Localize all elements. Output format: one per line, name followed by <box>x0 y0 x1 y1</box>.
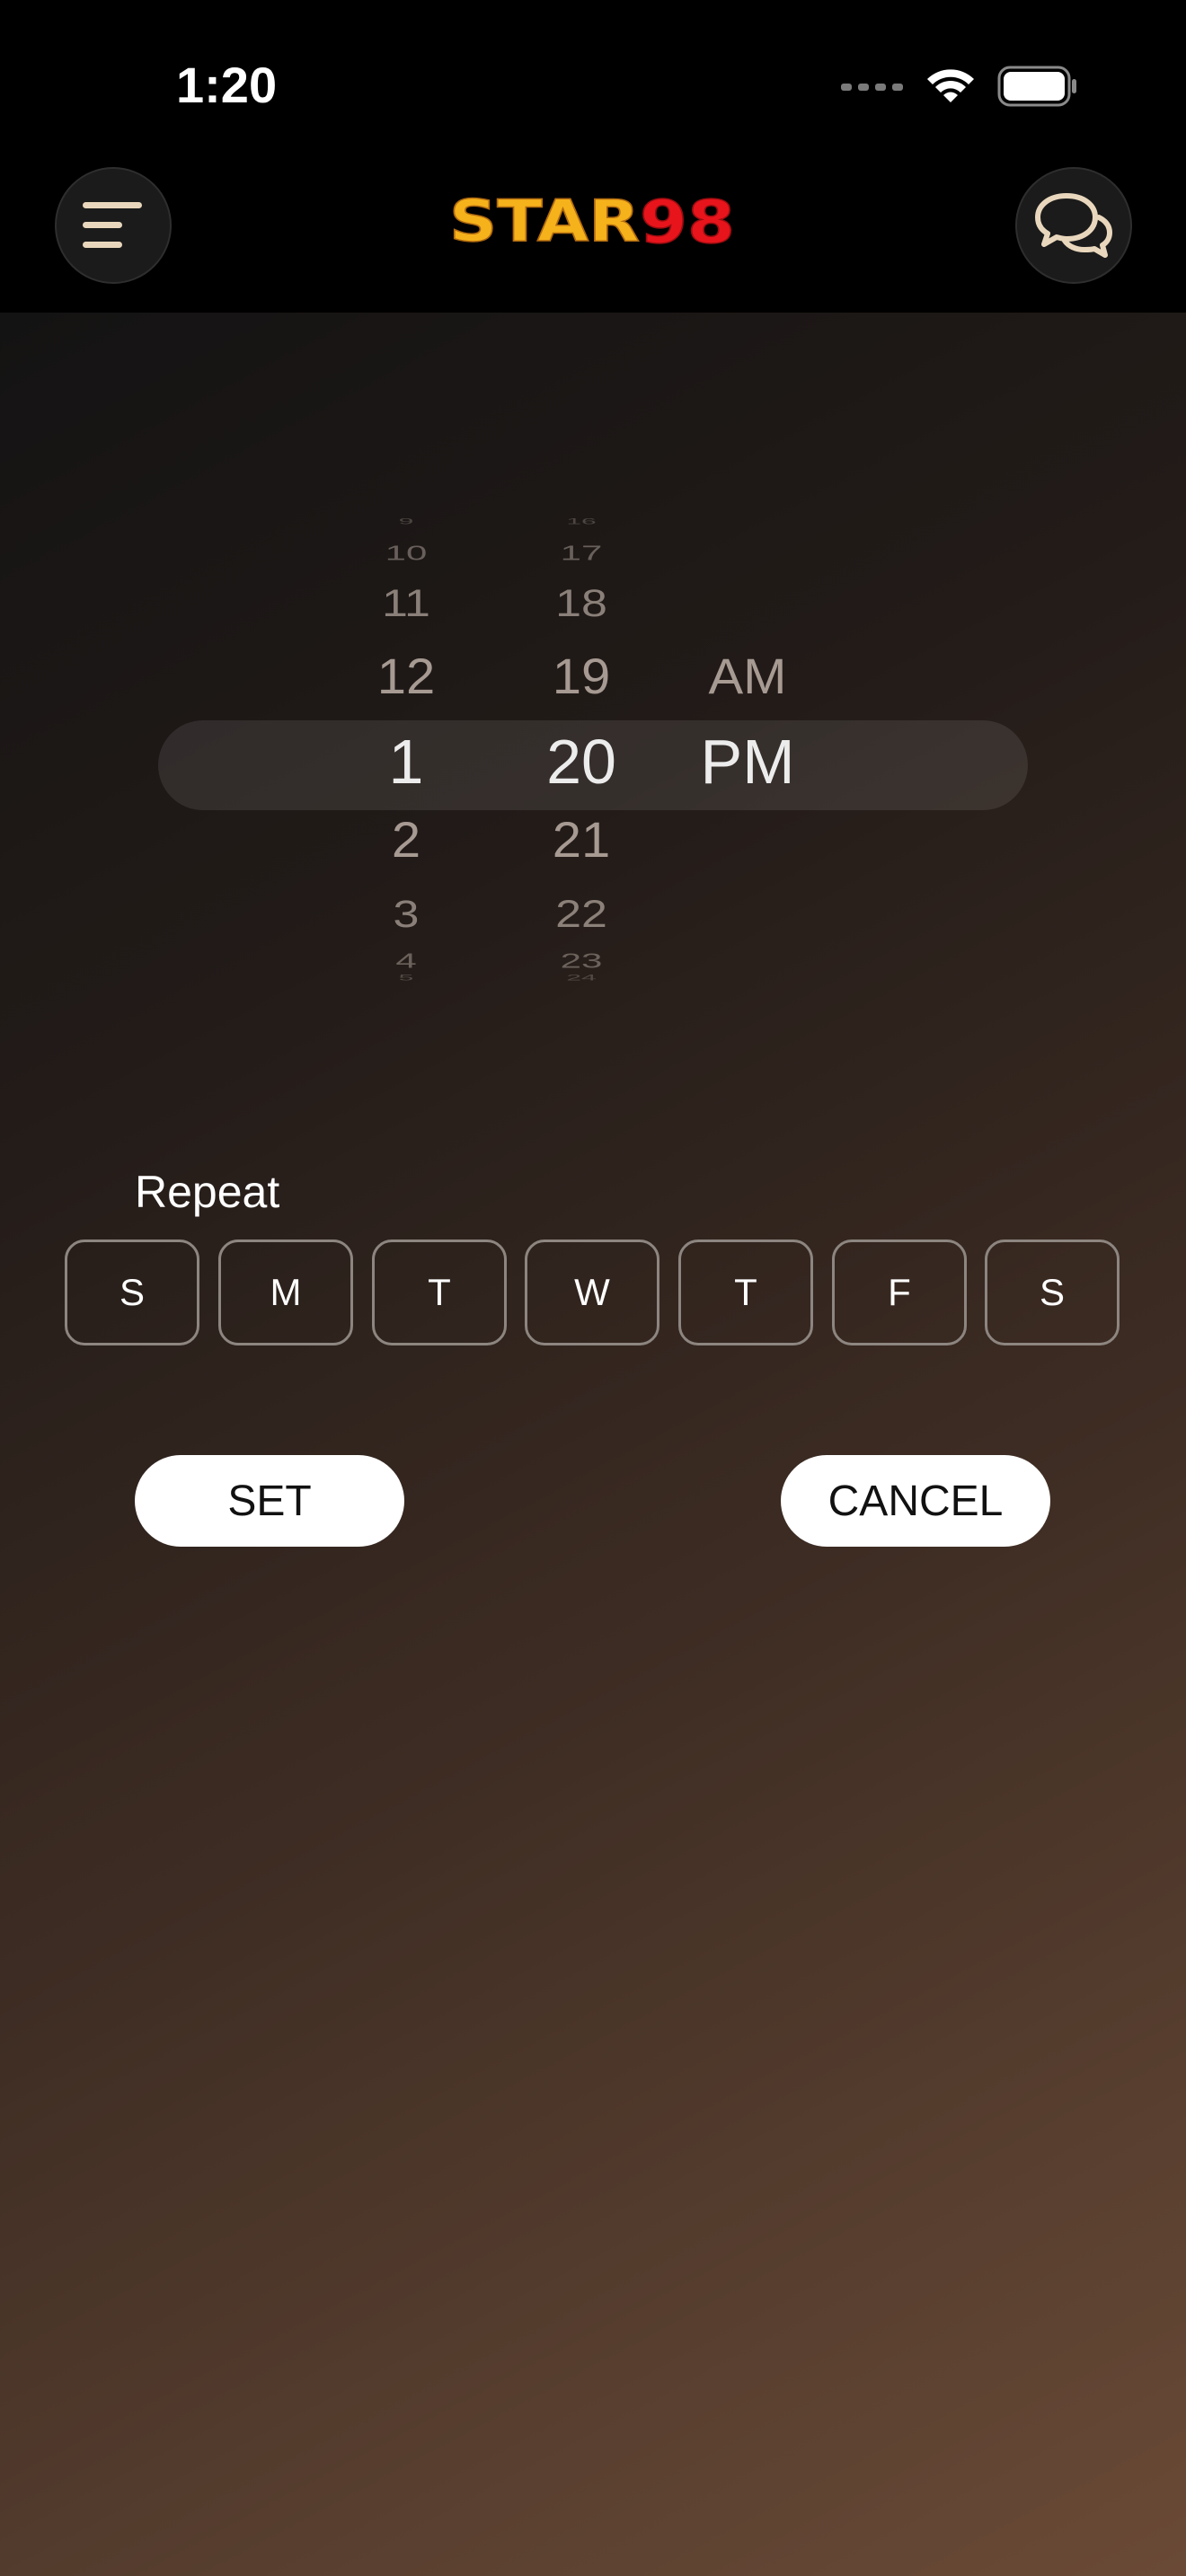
hour-option[interactable]: 11 <box>334 581 478 625</box>
logo-text-98: 98 <box>640 188 735 257</box>
time-picker[interactable]: 9 10 11 12 1 2 3 4 5 16 17 18 19 20 21 2… <box>0 517 1186 992</box>
status-icons <box>841 66 1078 107</box>
day-friday-toggle[interactable]: F <box>832 1239 967 1345</box>
minute-option[interactable]: 16 <box>509 517 653 526</box>
minute-option[interactable]: 24 <box>509 974 653 983</box>
app-header: STAR 98 <box>0 144 1186 313</box>
wifi-icon <box>927 69 974 102</box>
day-saturday-toggle[interactable]: S <box>985 1239 1120 1345</box>
hour-option[interactable]: 2 <box>334 811 478 869</box>
minute-option[interactable]: 17 <box>509 542 653 565</box>
day-tuesday-toggle[interactable]: T <box>372 1239 507 1345</box>
alarm-screen: 9 10 11 12 1 2 3 4 5 16 17 18 19 20 21 2… <box>0 313 1186 2576</box>
hour-option[interactable]: 9 <box>334 517 478 526</box>
ampm-wheel[interactable]: AM PM <box>676 525 819 992</box>
cellular-signal-icon <box>841 84 903 91</box>
am-option[interactable]: AM <box>676 648 819 705</box>
repeat-days: S M T W T F S <box>65 1239 1121 1347</box>
day-monday-toggle[interactable]: M <box>218 1239 353 1345</box>
status-bar: 1:20 <box>0 0 1186 144</box>
pm-selected[interactable]: PM <box>676 726 819 798</box>
star98-logo: STAR 98 <box>449 187 736 258</box>
set-button[interactable]: SET <box>135 1455 404 1547</box>
minute-option[interactable]: 19 <box>509 648 653 705</box>
minute-selected[interactable]: 20 <box>509 726 653 798</box>
hour-wheel[interactable]: 9 10 11 12 1 2 3 4 5 <box>334 517 478 992</box>
day-wednesday-toggle[interactable]: W <box>525 1239 659 1345</box>
day-sunday-toggle[interactable]: S <box>65 1239 199 1345</box>
minute-option[interactable]: 21 <box>509 811 653 869</box>
hour-option[interactable]: 4 <box>334 949 478 973</box>
menu-button[interactable] <box>55 167 172 284</box>
minute-wheel[interactable]: 16 17 18 19 20 21 22 23 24 <box>509 517 653 992</box>
battery-icon <box>997 66 1076 107</box>
minute-option[interactable]: 18 <box>509 581 653 625</box>
chat-bubbles-icon <box>1035 193 1112 258</box>
cancel-button[interactable]: CANCEL <box>781 1455 1050 1547</box>
repeat-label: Repeat <box>135 1167 280 1217</box>
chat-button[interactable] <box>1015 167 1132 284</box>
hour-option[interactable]: 12 <box>334 648 478 705</box>
minute-option[interactable]: 22 <box>509 892 653 936</box>
hour-option[interactable]: 5 <box>334 974 478 983</box>
minute-option[interactable]: 23 <box>509 949 653 973</box>
logo-text-star: STAR <box>449 189 640 255</box>
day-thursday-toggle[interactable]: T <box>678 1239 813 1345</box>
hour-selected[interactable]: 1 <box>334 726 478 798</box>
hour-option[interactable]: 3 <box>334 892 478 936</box>
hour-option[interactable]: 10 <box>334 542 478 565</box>
status-time: 1:20 <box>176 57 278 113</box>
menu-icon <box>83 202 142 248</box>
